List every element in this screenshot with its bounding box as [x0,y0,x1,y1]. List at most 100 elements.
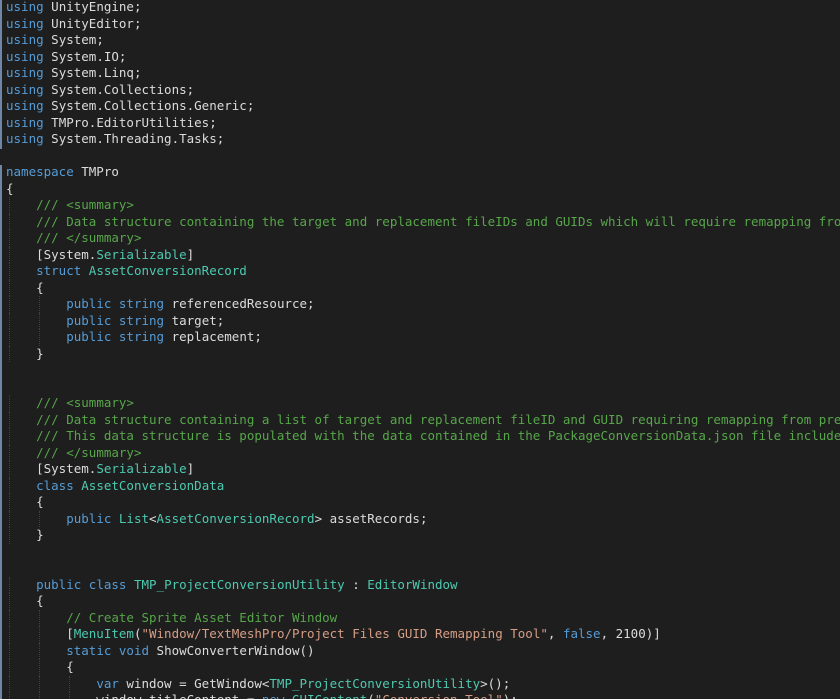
code-token: using [6,81,44,97]
code-line: using UnityEditor; [6,16,840,33]
indent-guide [39,626,41,643]
code-token: , [547,626,563,641]
code-line: { [6,181,840,198]
code-token: Serializable [96,461,187,476]
code-token: GUIContent [292,692,367,699]
code-token: : [344,576,368,592]
code-line: static void ShowConverterWindow() [6,642,840,659]
code-token: TMPro.EditorUtilities; [43,114,217,130]
indent-guide [9,395,10,412]
code-token: System; [43,32,104,47]
code-line: window.titleContent = new GUIContent("Co… [6,692,840,699]
indent-guide [9,428,10,445]
code-token: public [66,296,112,311]
code-token: UnityEngine; [43,0,142,14]
indent-guide [9,609,10,626]
code-token: class [88,576,127,592]
code-token: using [6,131,44,146]
indent-guide [9,626,10,643]
code-token: TMP_ProjectConversionUtility [269,675,481,691]
code-token: string [118,312,165,328]
code-token: static [66,642,112,658]
code-token: UnityEditor; [43,15,142,31]
indent-guide [9,411,10,428]
code-token: namespace [6,164,74,179]
code-line: [MenuItem("Window/TextMeshPro/Project Fi… [6,626,840,643]
code-token: TMP_ProjectConversionUtility [133,576,345,592]
code-token: public [66,312,112,328]
code-line: [System.Serializable] [6,461,840,478]
change-margin [0,0,3,699]
code-line: var window = GetWindow<TMP_ProjectConver… [6,675,840,692]
code-token: new [262,692,285,699]
code-editor[interactable]: using UnityEngine; using UnityEditor; usin… [0,0,840,699]
code-token: public [66,510,112,526]
code-line: { [6,659,840,676]
code-line: class AssetConversionData [6,477,840,494]
indent-guide [9,461,10,478]
indent-guide [9,527,10,544]
code-line: struct AssetConversionRecord [6,263,840,280]
code-token: using [6,48,44,64]
code-line: /// Data structure containing a list of … [6,411,840,428]
indent-guide [39,329,41,346]
code-token: Serializable [96,246,187,262]
indent-guide [9,213,10,230]
indent-guide [9,675,10,692]
code-token: string [118,296,165,311]
code-token: { [6,180,14,196]
code-token: { [6,279,44,295]
code-token: < [149,510,157,526]
indent-guide [9,494,10,511]
code-token: } [6,345,44,361]
code-token: System.Threading.Tasks; [43,131,225,146]
code-token: window = GetWindow< [118,675,270,691]
code-line: { [6,279,840,296]
code-token: struct [36,263,82,278]
code-token: using [6,98,44,113]
code-line: [System.Serializable] [6,246,840,263]
code-token: /// This data structure is populated wit… [36,428,840,443]
code-token: using [6,15,44,31]
indent-guide [9,444,10,461]
code-line: public class TMP_ProjectConversionUtilit… [6,576,840,593]
code-token: "Window/TextMeshPro/Project Files GUID R… [141,626,548,641]
change-mark [0,577,2,699]
code-token: [System. [6,461,97,476]
indent-guide [39,642,41,659]
indent-guide [39,692,41,699]
indent-guide [39,510,41,527]
indent-guide [9,279,10,296]
code-token: public [66,329,112,344]
code-line: using System.Collections; [6,82,840,99]
code-token: [System. [6,246,97,262]
code-line: using UnityEngine; [6,0,840,16]
code-token: >(); [480,675,511,691]
code-text-area[interactable]: using UnityEngine; using UnityEditor; usin… [6,0,840,699]
change-mark [0,0,2,149]
code-token: MenuItem [73,626,134,641]
code-token: replacement; [164,329,262,344]
code-token: /// </summary> [36,230,142,245]
indent-guide [9,345,10,362]
code-line: // Create Sprite Asset Editor Window [6,609,840,626]
code-line: /// This data structure is populated wit… [6,428,840,445]
code-line: /// <summary> [6,395,840,412]
indent-guide [39,296,41,313]
